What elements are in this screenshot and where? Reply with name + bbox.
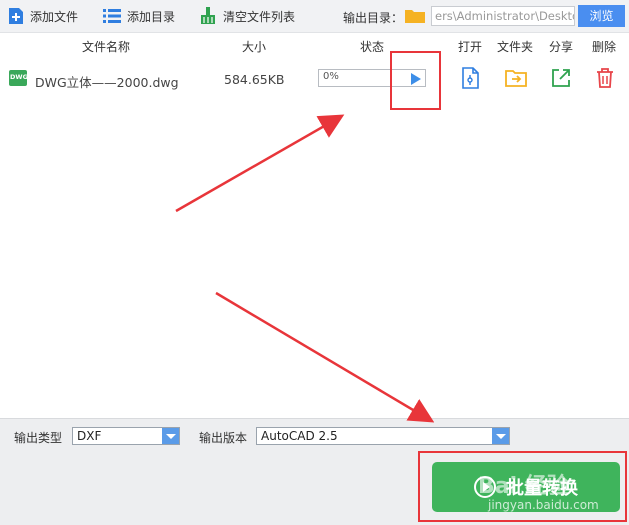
document-icon[interactable] (459, 67, 481, 89)
output-path-input[interactable]: ers\Administrator\Desktop (431, 6, 575, 26)
broom-icon (201, 7, 215, 24)
chevron-down-icon[interactable] (492, 428, 509, 444)
folder-icon[interactable] (405, 8, 425, 23)
file-size: 584.65KB (224, 72, 285, 87)
output-version-label: 输出版本 (199, 431, 248, 445)
file-plus-icon (9, 8, 23, 24)
dwg-file-icon: DWG (9, 70, 28, 86)
list-icon (103, 9, 121, 23)
annotation-box-convert (418, 451, 627, 522)
column-header-size: 大小 (242, 40, 267, 54)
output-dir-label: 输出目录： (343, 11, 404, 25)
folder-arrow-icon[interactable] (505, 67, 527, 89)
share-icon[interactable] (550, 67, 572, 89)
column-header-share: 分享 (549, 40, 574, 54)
add-folder-button[interactable]: 添加目录 (103, 0, 175, 32)
column-header-delete: 删除 (592, 40, 617, 54)
add-folder-label: 添加目录 (127, 9, 176, 24)
annotation-arrow-2 (215, 291, 435, 423)
chevron-down-icon[interactable] (162, 428, 179, 444)
output-type-value: DXF (77, 429, 102, 443)
output-type-label: 输出类型 (14, 431, 63, 445)
browse-button[interactable]: 浏览 (578, 5, 625, 27)
add-file-label: 添加文件 (30, 9, 79, 24)
annotation-box-play (390, 51, 441, 110)
output-type-select[interactable]: DXF (72, 427, 180, 445)
add-file-button[interactable]: 添加文件 (8, 0, 78, 32)
dwg-icon-label: DWG (10, 73, 28, 81)
column-header-open: 打开 (458, 40, 483, 54)
output-version-value: AutoCAD 2.5 (261, 429, 338, 443)
trash-icon[interactable] (594, 67, 616, 89)
column-header-status: 状态 (360, 40, 385, 54)
progress-text: 0% (323, 71, 339, 82)
column-header-folder: 文件夹 (497, 40, 534, 54)
column-header-name: 文件名称 (82, 40, 131, 54)
file-name: DWG立体——2000.dwg (35, 75, 179, 90)
output-version-select[interactable]: AutoCAD 2.5 (256, 427, 510, 445)
clear-list-label: 清空文件列表 (223, 9, 296, 24)
clear-list-button[interactable]: 清空文件列表 (199, 0, 295, 32)
annotation-arrow-1 (175, 114, 345, 213)
